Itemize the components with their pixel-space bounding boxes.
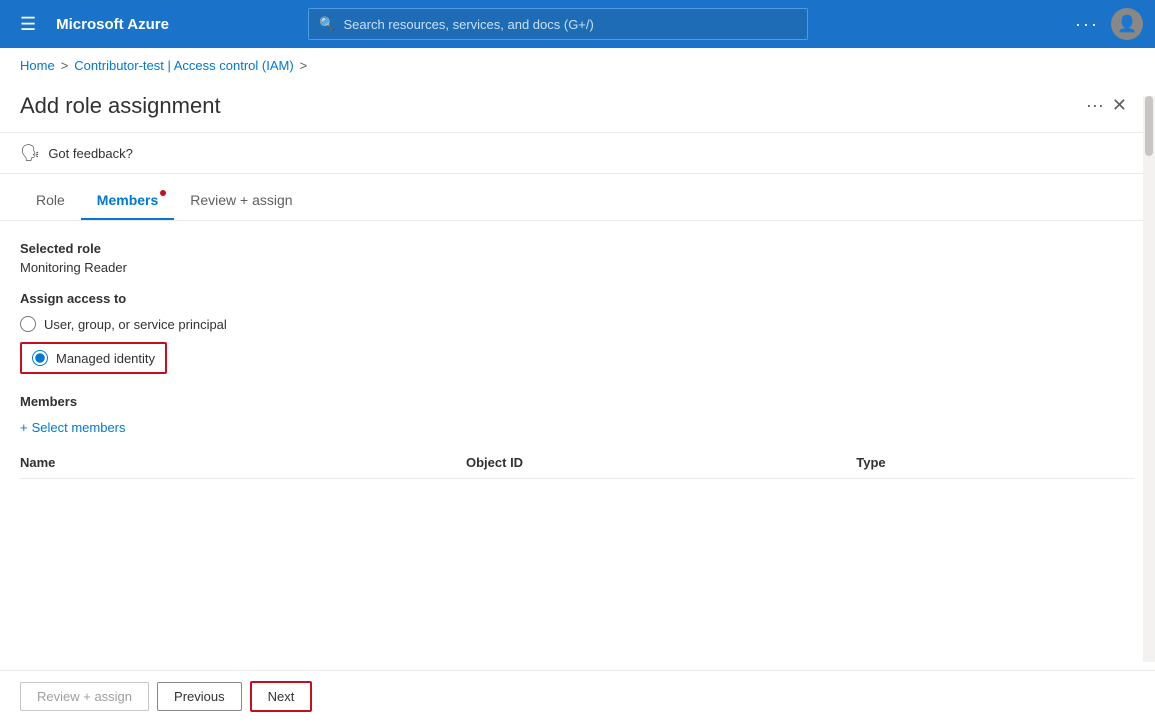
tab-members[interactable]: Members [81, 182, 174, 220]
search-placeholder: Search resources, services, and docs (G+… [343, 17, 593, 32]
col-header-name: Name [20, 447, 466, 479]
previous-button[interactable]: Previous [157, 682, 242, 711]
radio-user-group-input[interactable] [20, 316, 36, 332]
tab-members-dot [160, 190, 166, 196]
feedback-icon: 🗣 [20, 143, 40, 163]
tab-role[interactable]: Role [20, 182, 81, 220]
topbar-more-icon[interactable]: ··· [1075, 14, 1099, 35]
radio-user-group-label: User, group, or service principal [44, 317, 227, 332]
topbar-right: ··· 👤 [1075, 8, 1143, 40]
main-panel: Home > Contributor-test | Access control… [0, 48, 1155, 722]
menu-icon[interactable]: ☰ [12, 10, 44, 39]
members-table: Name Object ID Type [20, 447, 1135, 479]
col-header-type: Type [856, 447, 1135, 479]
breadcrumb-sep-1: > [61, 58, 69, 73]
members-section: Members + Select members Name Object ID … [20, 394, 1135, 479]
feedback-label: Got feedback? [48, 146, 133, 161]
select-members-plus: + [20, 420, 28, 435]
radio-user-group[interactable]: User, group, or service principal [20, 316, 1135, 332]
breadcrumb: Home > Contributor-test | Access control… [0, 48, 1155, 83]
tab-review-assign[interactable]: Review + assign [174, 182, 308, 220]
radio-managed-identity-input[interactable] [32, 350, 48, 366]
select-members-link[interactable]: + Select members [20, 420, 126, 435]
managed-identity-option[interactable]: Managed identity [20, 342, 167, 374]
search-bar[interactable]: 🔍 Search resources, services, and docs (… [308, 8, 808, 40]
breadcrumb-home[interactable]: Home [20, 58, 55, 73]
col-header-objectid: Object ID [466, 447, 856, 479]
members-heading: Members [20, 394, 1135, 409]
selected-role-label: Selected role [20, 241, 1135, 256]
feedback-bar: 🗣 Got feedback? [0, 133, 1155, 174]
assign-access-label: Assign access to [20, 291, 1135, 306]
footer: Review + assign Previous Next [0, 670, 1155, 722]
next-button[interactable]: Next [250, 681, 313, 712]
app-title: Microsoft Azure [56, 16, 169, 33]
assign-access-radio-group: User, group, or service principal Manage… [20, 316, 1135, 374]
close-button[interactable]: ✕ [1104, 91, 1135, 120]
avatar[interactable]: 👤 [1111, 8, 1143, 40]
form-content: Selected role Monitoring Reader Assign a… [0, 221, 1155, 641]
selected-role-value: Monitoring Reader [20, 260, 1135, 275]
breadcrumb-contributor[interactable]: Contributor-test | Access control (IAM) [74, 58, 293, 73]
review-assign-button[interactable]: Review + assign [20, 682, 149, 711]
panel-title: Add role assignment [20, 93, 1076, 119]
tabs-bar: Role Members Review + assign [0, 182, 1155, 221]
breadcrumb-sep-2: > [300, 58, 308, 73]
select-members-label: Select members [32, 420, 126, 435]
top-navbar: ☰ Microsoft Azure 🔍 Search resources, se… [0, 0, 1155, 48]
search-icon: 🔍 [319, 16, 335, 32]
radio-managed-identity-label: Managed identity [56, 351, 155, 366]
panel-header: Add role assignment ··· ✕ [0, 83, 1155, 133]
scrollbar-track[interactable] [1143, 96, 1155, 662]
scrollbar-thumb[interactable] [1145, 96, 1153, 156]
panel-more-icon[interactable]: ··· [1086, 95, 1104, 116]
